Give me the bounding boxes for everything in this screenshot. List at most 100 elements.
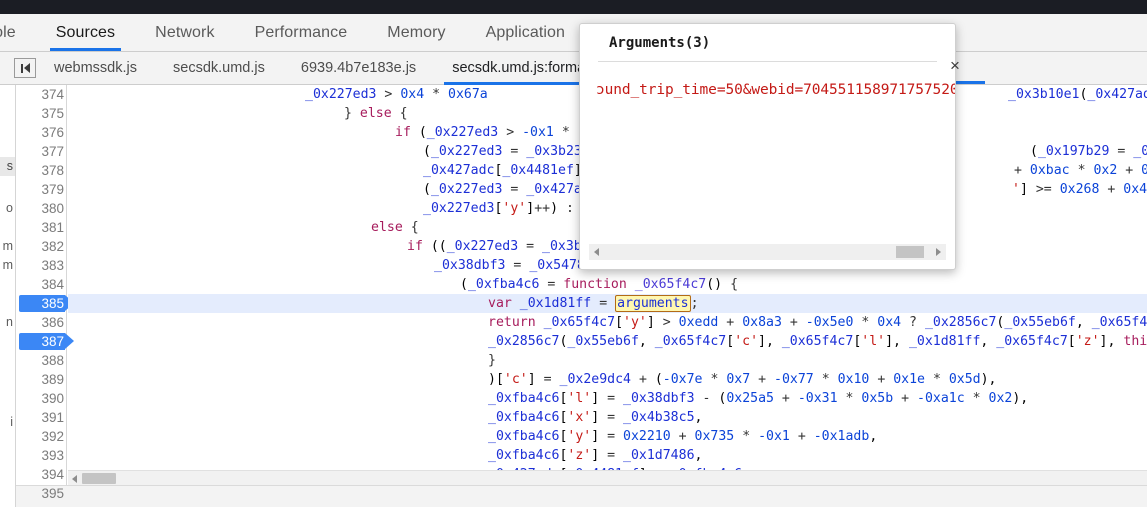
gutter-line[interactable]: 395 — [16, 484, 66, 503]
editor-gutter[interactable]: 374 375 376 377 378 379 380 381 382 383 … — [16, 85, 74, 507]
code-line-384[interactable]: (_0xfba4c6 = function _0x65f4c7() { — [68, 275, 1147, 294]
line-number: 385 — [41, 296, 64, 311]
line-number: 392 — [41, 429, 64, 444]
tab-sources[interactable]: Sources — [36, 14, 135, 51]
navigator-row-1[interactable]: o — [6, 201, 13, 215]
gutter-line[interactable]: 390 — [16, 389, 66, 408]
gutter-line[interactable]: 396 — [16, 503, 66, 507]
line-number: 387 — [41, 334, 64, 349]
gutter-line[interactable]: 382 — [16, 237, 66, 256]
line-number: 379 — [41, 182, 64, 197]
tab-network[interactable]: Network — [135, 14, 234, 51]
code-line-388[interactable]: } — [68, 351, 1147, 370]
line-number: 391 — [41, 410, 64, 425]
highlighted-token-arguments[interactable]: arguments — [615, 295, 691, 312]
object-preview-popover[interactable]: Arguments(3) ɔund_trip_time=50&webid=704… — [579, 23, 956, 270]
close-icon[interactable]: × — [950, 57, 960, 74]
popover-scrollbar-thumb[interactable] — [896, 246, 924, 258]
file-tab-secsdk-umd[interactable]: secsdk.umd.js — [155, 52, 283, 85]
file-tab-webmssdk-label: webmssdk.js — [54, 60, 137, 76]
line-number: 375 — [41, 106, 64, 121]
navigator-row-3[interactable]: m — [3, 258, 13, 272]
scroll-left-arrow-icon[interactable] — [72, 475, 77, 483]
file-tab-webmssdk[interactable]: webmssdk.js — [36, 52, 155, 85]
code-line-386[interactable]: return _0x65f4c7['y'] > 0xedd + 0x8a3 + … — [68, 313, 1147, 332]
gutter-line[interactable]: 380 — [16, 199, 66, 218]
collapse-navigator-icon[interactable] — [14, 58, 36, 78]
line-number: 389 — [41, 372, 64, 387]
line-number: 384 — [41, 277, 64, 292]
code-line-391[interactable]: _0xfba4c6['x'] = _0x4b38c5, — [68, 408, 1147, 427]
gutter-line[interactable]: 374 — [16, 85, 66, 104]
gutter-line[interactable]: 388 — [16, 351, 66, 370]
popover-scroll-left-arrow-icon[interactable] — [594, 248, 599, 256]
navigator-row-4[interactable]: n — [6, 315, 13, 329]
gutter-line[interactable]: 394 — [16, 465, 66, 484]
tab-sources-label: Sources — [55, 23, 116, 41]
navigator-row-5[interactable]: i — [10, 415, 13, 429]
gutter-line[interactable]: 376 — [16, 123, 66, 142]
code-line-390[interactable]: _0xfba4c6['l'] = _0x38dbf3 - (0x25a5 + -… — [68, 389, 1147, 408]
file-tab-secsdk-umd-label: secsdk.umd.js — [173, 60, 265, 76]
line-number: 386 — [41, 315, 64, 330]
navigator-row-2[interactable]: m — [3, 239, 13, 253]
code-line-393[interactable]: _0xfba4c6['z'] = _0x1d7486, — [68, 446, 1147, 465]
popover-divider — [598, 61, 937, 62]
line-number: 390 — [41, 391, 64, 406]
gutter-line[interactable]: 379 — [16, 180, 66, 199]
editor-status-bar — [16, 485, 1147, 507]
gutter-line-breakpoint[interactable]: 387 — [16, 332, 74, 351]
tab-application-label: Application — [485, 23, 566, 41]
line-number: 381 — [41, 220, 64, 235]
gutter-line[interactable]: 378 — [16, 161, 66, 180]
code-line-392[interactable]: _0xfba4c6['y'] = 0x2210 + 0x735 * -0x1 +… — [68, 427, 1147, 446]
tab-console-label: sole — [0, 23, 16, 41]
devtools-panel-tabbar: sole Sources Network Performance Memory … — [0, 14, 1147, 52]
gutter-line[interactable]: 377 — [16, 142, 66, 161]
tab-memory-label: Memory — [387, 23, 446, 41]
file-tab-6939-chunk[interactable]: 6939.4b7e183e.js — [283, 52, 434, 85]
popover-value-text: ɔund_trip_time=50&webid=7045511589717575… — [596, 82, 955, 98]
browser-top-strip — [0, 0, 1147, 14]
code-line-387[interactable]: _0x2856c7(_0x55eb6f, _0x65f4c7['c'], _0x… — [68, 332, 1147, 351]
line-number: 377 — [41, 144, 64, 159]
gutter-line[interactable]: 375 — [16, 104, 66, 123]
active-file-tab-indicator — [955, 81, 985, 84]
devtools-window: sole Sources Network Performance Memory … — [0, 0, 1147, 507]
gutter-line[interactable]: 381 — [16, 218, 66, 237]
scrollbar-thumb[interactable] — [82, 473, 116, 484]
line-number: 376 — [41, 125, 64, 140]
line-number: 394 — [41, 467, 64, 482]
navigator-section-header-label: s — [6, 159, 13, 173]
popover-scroll-right-arrow-icon[interactable] — [936, 248, 941, 256]
popover-body[interactable]: ɔund_trip_time=50&webid=7045511589717575… — [580, 68, 955, 237]
gutter-line[interactable]: 383 — [16, 256, 66, 275]
navigator-section-header: s — [0, 157, 15, 176]
tab-performance[interactable]: Performance — [235, 14, 368, 51]
tab-memory[interactable]: Memory — [367, 14, 465, 51]
line-number: 396 — [16, 503, 64, 507]
gutter-line[interactable]: 391 — [16, 408, 66, 427]
file-tab-6939-chunk-label: 6939.4b7e183e.js — [300, 60, 417, 76]
line-number: 393 — [41, 448, 64, 463]
tab-performance-label: Performance — [254, 23, 348, 41]
line-number: 378 — [41, 163, 64, 178]
gutter-line[interactable]: 389 — [16, 370, 66, 389]
editor-horizontal-scrollbar[interactable] — [68, 470, 1147, 485]
file-tab-secsdk-umd-formatted[interactable]: secsdk.umd.js:forma — [434, 52, 603, 85]
gutter-line-execution[interactable]: 385 — [16, 294, 74, 313]
line-number: 382 — [41, 239, 64, 254]
gutter-line[interactable]: 392 — [16, 427, 66, 446]
tab-application[interactable]: Application — [466, 14, 585, 51]
gutter-line[interactable]: 386 — [16, 313, 66, 332]
code-line-389[interactable]: )['c'] = _0x2e9dc4 + (-0x7e * 0x7 + -0x7… — [68, 370, 1147, 389]
tab-console[interactable]: sole — [0, 14, 36, 51]
popover-horizontal-scrollbar[interactable] — [589, 244, 946, 260]
line-number: 374 — [41, 87, 64, 102]
gutter-line[interactable]: 393 — [16, 446, 66, 465]
gutter-line[interactable]: 384 — [16, 275, 66, 294]
navigator-panel-sliver[interactable]: s o m m n i — [0, 85, 16, 507]
line-number: 383 — [41, 258, 64, 273]
code-line-385-execution[interactable]: var _0x1d81ff = arguments; — [68, 294, 1147, 313]
file-tab-secsdk-umd-formatted-label: secsdk.umd.js:forma — [452, 60, 586, 76]
